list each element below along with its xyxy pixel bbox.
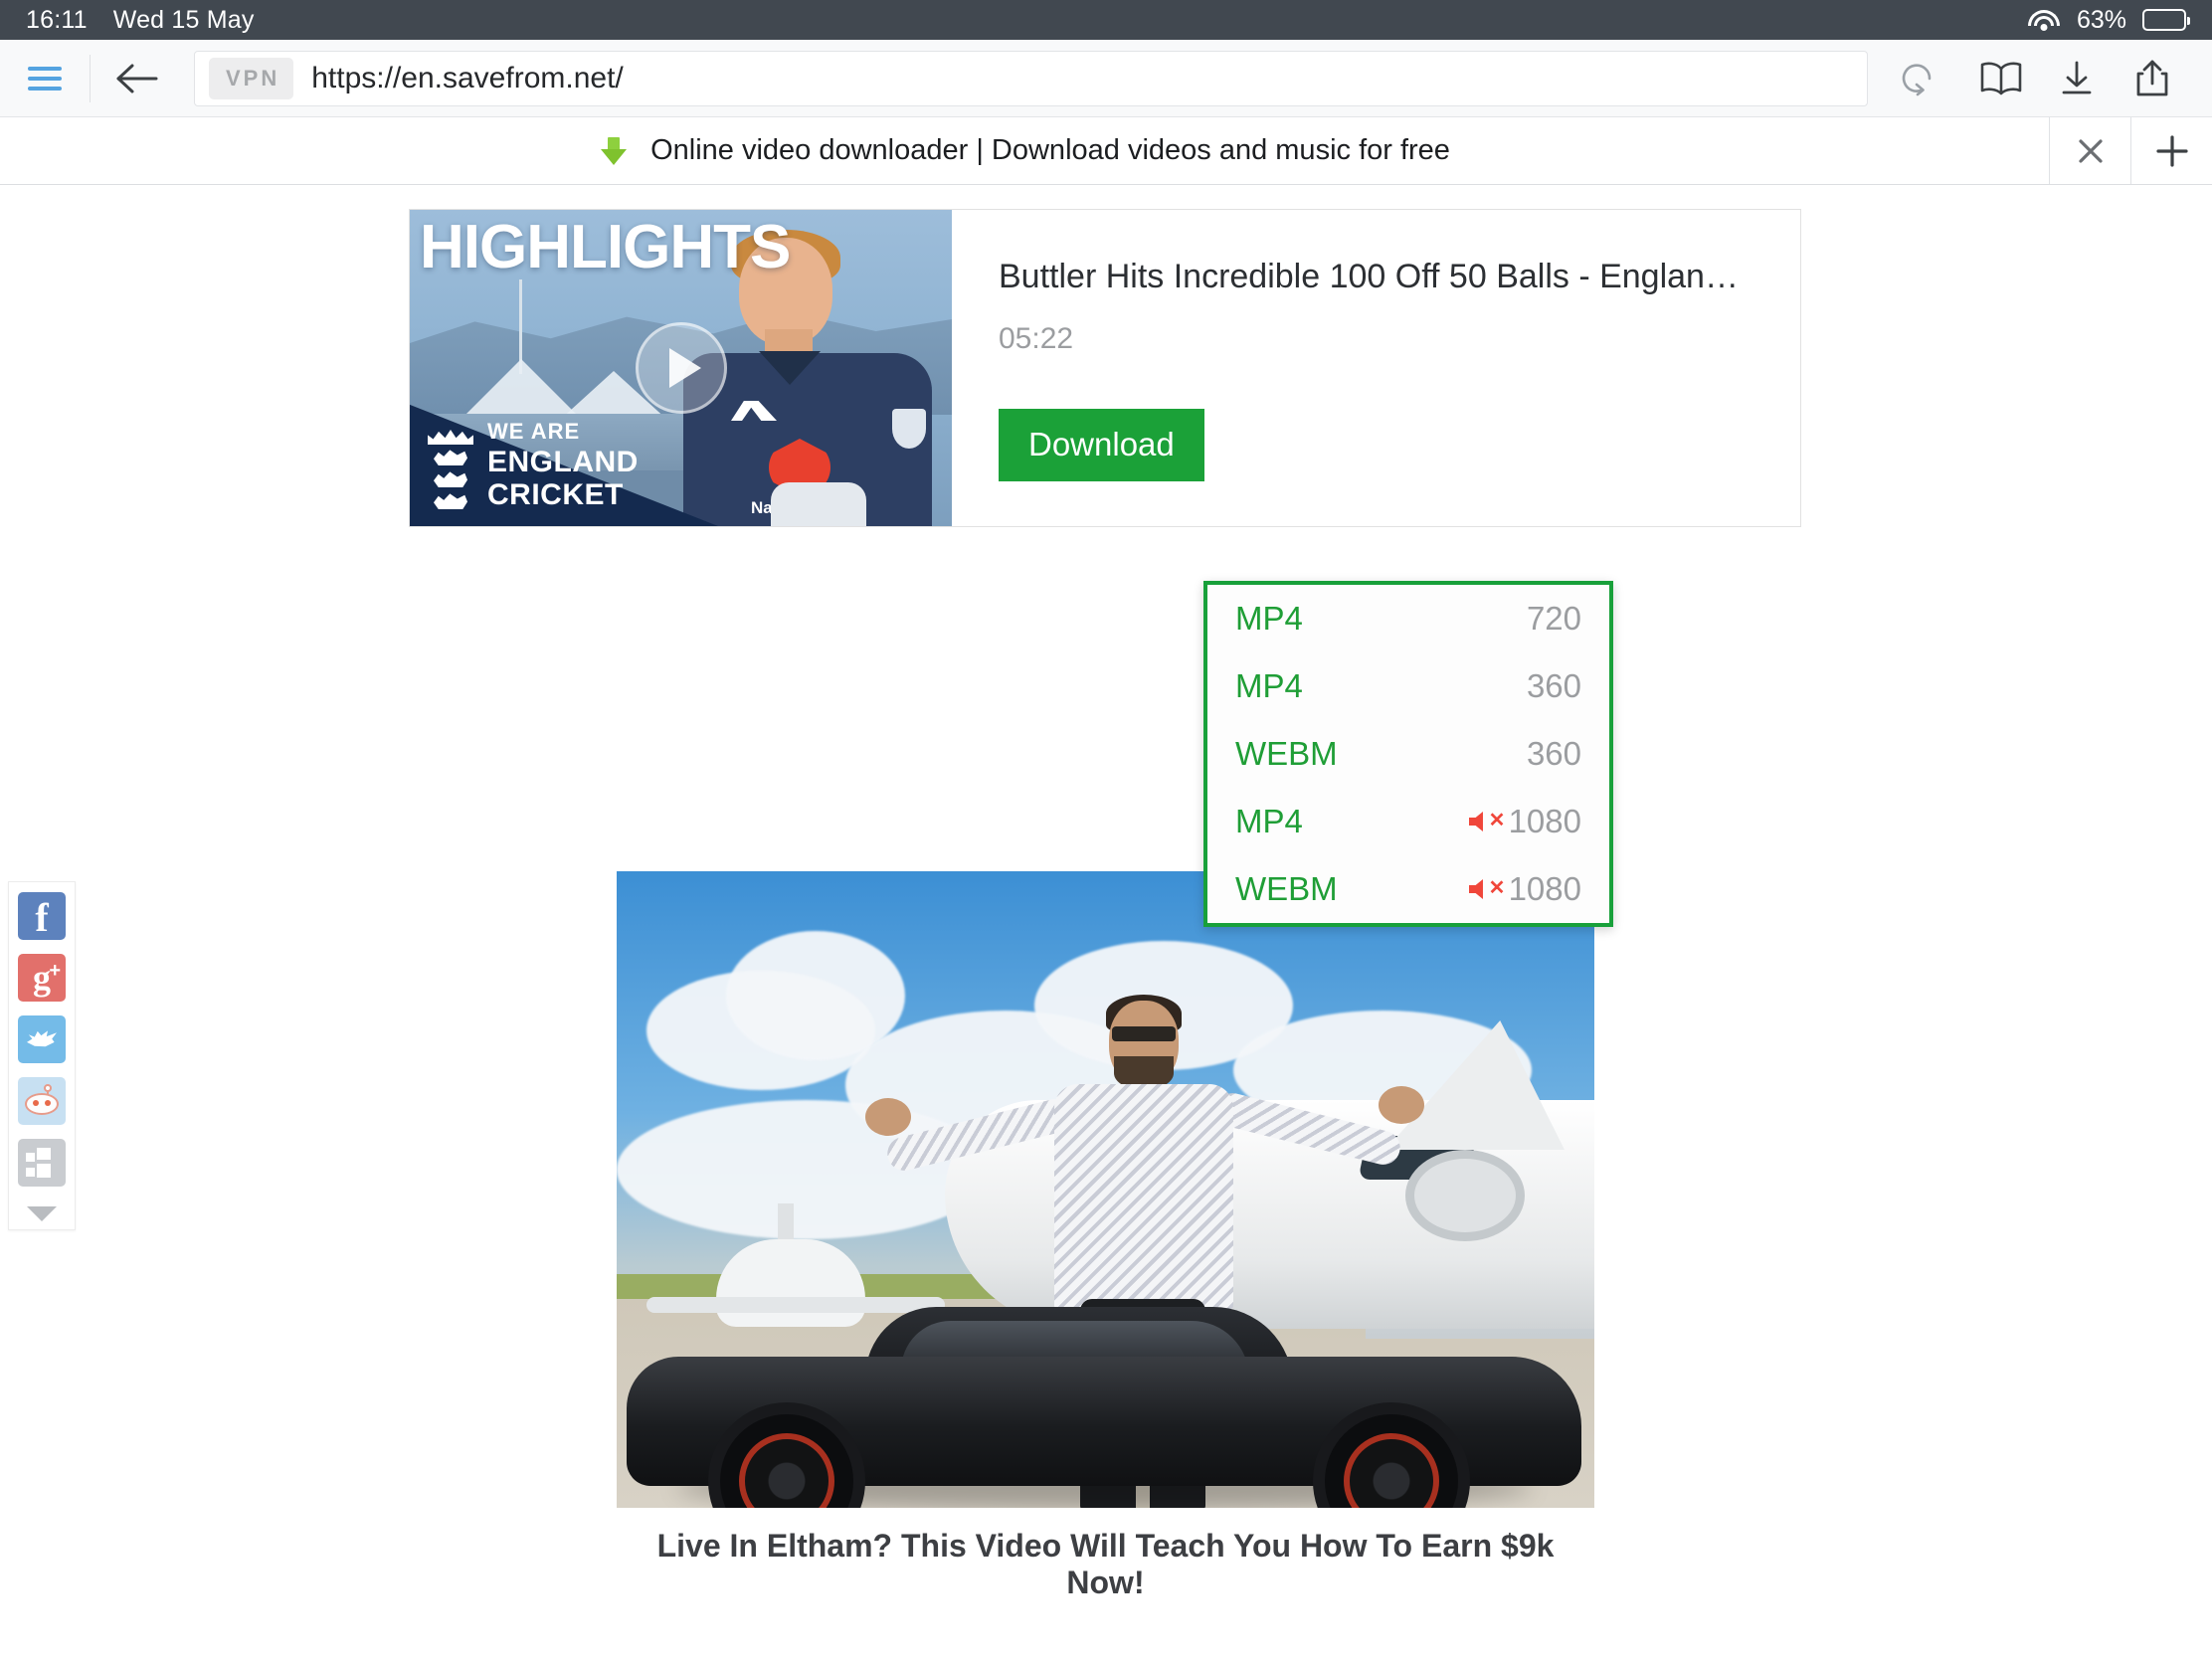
url-input[interactable]: https://en.savefrom.net/: [311, 62, 624, 95]
muted-speaker-icon: ✕: [1468, 876, 1505, 902]
social-share-rail: f g +: [8, 881, 76, 1230]
format-label: MP4: [1235, 803, 1303, 839]
toolbar-actions: [1878, 40, 2212, 117]
advertisement-image[interactable]: [617, 871, 1594, 1508]
vpn-badge: VPN: [209, 57, 294, 99]
share-nodes-icon: [26, 1148, 58, 1178]
tab-favicon-icon: [599, 136, 629, 166]
tab-close-button[interactable]: [2049, 117, 2130, 184]
format-option-row[interactable]: MP4 360: [1207, 652, 1609, 720]
format-option-row[interactable]: WEBM ✕ 1080: [1207, 855, 1609, 923]
status-date: Wed 15 May: [112, 5, 255, 34]
quality-label: 360: [1526, 667, 1581, 704]
twitter-icon: [27, 1030, 57, 1047]
page-content: f g + WE ARE ENGLAND CRICKET HIGHLIGHTS …: [0, 185, 2212, 1658]
format-option-row[interactable]: MP4 ✕ 1080: [1207, 788, 1609, 855]
muted-speaker-icon: ✕: [1468, 809, 1505, 834]
quality-label: 720: [1526, 600, 1581, 637]
advertisement-block[interactable]: Live In Eltham? This Video Will Teach Yo…: [617, 871, 1594, 1601]
status-right-group: 63%: [2027, 5, 2190, 35]
reddit-icon: [25, 1084, 59, 1115]
battery-icon: [2142, 9, 2190, 31]
book-icon: [1980, 62, 2022, 94]
new-tab-button[interactable]: [2130, 117, 2212, 184]
video-info: Buttler Hits Incredible 100 Off 50 Balls…: [952, 210, 1800, 526]
share-icon: [2136, 60, 2168, 95]
format-label: WEBM: [1235, 870, 1338, 907]
menu-button[interactable]: [0, 40, 90, 117]
share-button[interactable]: [2115, 40, 2190, 117]
reload-icon: [1902, 63, 1932, 95]
reload-button[interactable]: [1878, 40, 1955, 117]
share-twitter-button[interactable]: [18, 1015, 66, 1063]
quality-label: 1080: [1508, 803, 1581, 839]
play-icon[interactable]: [635, 322, 727, 414]
battery-percent-label: 63%: [2076, 5, 2126, 34]
thumbnail-banner-text: HIGHLIGHTS: [420, 213, 791, 281]
plus-icon: [2155, 134, 2188, 167]
share-reddit-button[interactable]: [18, 1077, 66, 1125]
tab-strip: Online video downloader | Download video…: [0, 117, 2212, 185]
downloads-button[interactable]: [2039, 40, 2115, 117]
download-button[interactable]: Download: [999, 409, 1204, 481]
video-duration: 05:22: [999, 322, 1074, 355]
format-label: WEBM: [1235, 735, 1338, 772]
status-clock: 16:11: [26, 5, 88, 34]
advertisement-caption[interactable]: Live In Eltham? This Video Will Teach Yo…: [617, 1528, 1594, 1601]
video-result-card: NatWest WE ARE ENGLAND CRICKET HIGHLIGHT…: [409, 209, 1801, 527]
close-icon: [2078, 138, 2103, 163]
format-label: MP4: [1235, 600, 1303, 637]
hamburger-icon: [28, 66, 62, 91]
format-dropdown-menu[interactable]: MP4 720 MP4 360 WEBM 360 MP4 ✕ 1080 WEBM: [1203, 581, 1613, 927]
share-facebook-button[interactable]: f: [18, 892, 66, 940]
england-cricket-crest-icon: [424, 429, 477, 509]
format-label: MP4: [1235, 667, 1303, 704]
video-title: Buttler Hits Incredible 100 Off 50 Balls…: [999, 258, 1761, 295]
wifi-icon: [2027, 8, 2061, 32]
browser-toolbar: VPN https://en.savefrom.net/: [0, 40, 2212, 117]
thumbnail-brand-text: WE ARE ENGLAND CRICKET: [487, 419, 639, 511]
quality-label: 360: [1526, 735, 1581, 772]
facebook-icon: f: [35, 895, 49, 940]
format-option-row[interactable]: MP4 720: [1207, 585, 1609, 652]
quality-label: 1080: [1508, 870, 1581, 907]
chevron-down-icon[interactable]: [27, 1206, 57, 1221]
download-arrow-icon: [2062, 61, 2092, 93]
google-plus-icon: g: [33, 958, 51, 998]
tab-title: Online video downloader | Download video…: [650, 134, 1450, 166]
browser-tab[interactable]: Online video downloader | Download video…: [0, 117, 2049, 184]
url-bar[interactable]: VPN https://en.savefrom.net/: [194, 50, 1868, 106]
video-thumbnail[interactable]: NatWest WE ARE ENGLAND CRICKET HIGHLIGHT…: [410, 210, 952, 526]
share-more-button[interactable]: [18, 1139, 66, 1187]
format-option-row[interactable]: WEBM 360: [1207, 720, 1609, 788]
share-google-plus-button[interactable]: g +: [18, 954, 66, 1002]
back-arrow-icon: [116, 64, 158, 92]
back-button[interactable]: [91, 40, 182, 117]
ios-status-bar: 16:11 Wed 15 May 63%: [0, 0, 2212, 40]
bookmarks-button[interactable]: [1963, 40, 2039, 117]
